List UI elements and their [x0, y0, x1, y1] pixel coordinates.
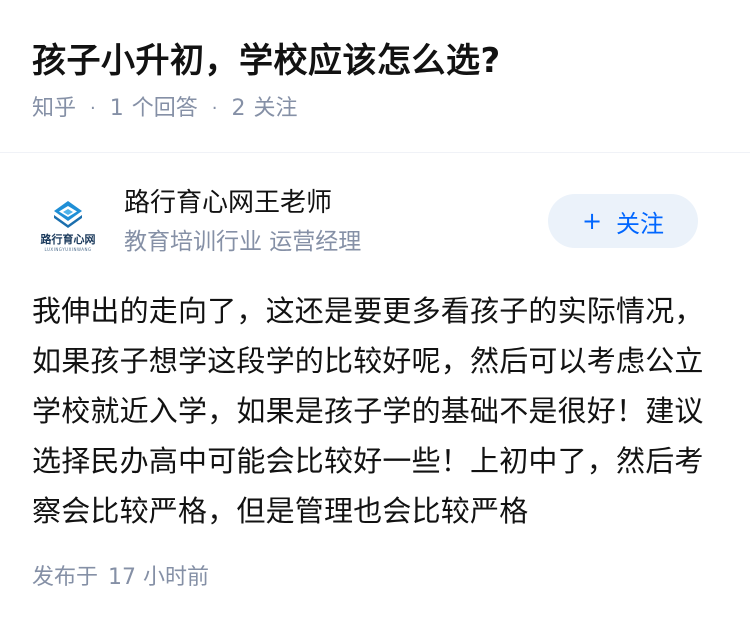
question-header: 孩子小升初，学校应该怎么选? 知乎 · 1 个回答 · 2 关注 [0, 0, 750, 152]
follow-button[interactable]: + 关注 [548, 194, 698, 248]
avatar[interactable]: 路行育心网 LUXINGYUXINWANG [32, 195, 104, 255]
answer-count: 1 [109, 96, 124, 121]
meta-separator: · [211, 98, 218, 119]
avatar-logo-subtext: LUXINGYUXINWANG [44, 246, 92, 252]
publish-time-value: 17 小时前 [108, 565, 210, 590]
publish-label: 发布于 [32, 565, 99, 590]
follow-count-label: 关注 [253, 96, 298, 121]
question-title[interactable]: 孩子小升初，学校应该怎么选? [32, 38, 718, 84]
answer-count-label: 个回答 [131, 96, 198, 121]
publish-time: 发布于 17 小时前 [32, 562, 209, 594]
author-name[interactable]: 路行育心网王老师 [124, 186, 332, 220]
answer-content[interactable]: 我伸出的走向了，这还是要更多看孩子的实际情况，如果孩子想学这段学的比较好呢，然后… [32, 286, 712, 536]
follow-count: 2 [231, 96, 246, 121]
divider [0, 152, 750, 153]
meta-separator: · [90, 98, 96, 119]
logo-icon [54, 200, 82, 228]
avatar-logo-text: 路行育心网 [40, 232, 96, 246]
question-meta: 知乎 · 1 个回答 · 2 关注 [32, 94, 718, 124]
source-label[interactable]: 知乎 [32, 94, 76, 124]
plus-icon: + [581, 207, 603, 235]
follow-button-label: 关注 [616, 209, 665, 238]
author-headline: 教育培训行业 运营经理 [124, 229, 362, 255]
